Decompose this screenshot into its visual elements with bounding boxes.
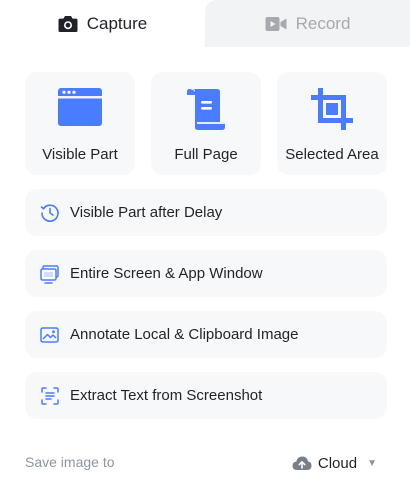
timer-icon: [39, 202, 61, 224]
save-destination-value: Cloud: [317, 454, 358, 472]
monitor-icon: [39, 263, 61, 285]
option-label: Extract Text from Screenshot: [70, 387, 263, 404]
tab-bar: Capture Record: [0, 0, 410, 47]
camera-icon: [58, 15, 78, 33]
video-camera-icon: [265, 16, 287, 32]
option-label: Visible Part after Delay: [70, 204, 223, 221]
browser-window-icon: [25, 86, 135, 128]
full-page-label: Full Page: [174, 146, 238, 163]
option-label: Annotate Local & Clipboard Image: [70, 326, 299, 343]
crop-icon: [277, 86, 387, 132]
chevron-down-icon: ▼: [367, 457, 377, 469]
full-page-button[interactable]: Full Page: [151, 72, 261, 175]
save-destination-bar: Save image to Cloud ▼: [25, 452, 387, 474]
save-destination-dropdown[interactable]: Cloud ▼: [291, 452, 377, 474]
capture-mode-tiles: Visible Part Full Page Selected Area: [25, 72, 387, 175]
extract-text-option[interactable]: Extract Text from Screenshot: [25, 372, 387, 419]
tab-record[interactable]: Record: [205, 0, 410, 47]
tab-capture[interactable]: Capture: [0, 0, 205, 47]
tab-capture-label: Capture: [86, 13, 148, 33]
text-scan-icon: [39, 385, 61, 407]
visible-part-after-delay-option[interactable]: Visible Part after Delay: [25, 189, 387, 236]
tab-record-label: Record: [295, 13, 351, 33]
image-icon: [39, 324, 61, 346]
visible-part-button[interactable]: Visible Part: [25, 72, 135, 175]
option-label: Entire Screen & App Window: [70, 265, 263, 282]
entire-screen-app-window-option[interactable]: Entire Screen & App Window: [25, 250, 387, 297]
selected-area-label: Selected Area: [285, 146, 379, 163]
save-image-to-label: Save image to: [25, 454, 115, 470]
cloud-upload-icon: [291, 455, 313, 471]
selected-area-button[interactable]: Selected Area: [277, 72, 387, 175]
annotate-image-option[interactable]: Annotate Local & Clipboard Image: [25, 311, 387, 358]
visible-part-label: Visible Part: [42, 146, 118, 163]
scroll-page-icon: [151, 86, 261, 132]
